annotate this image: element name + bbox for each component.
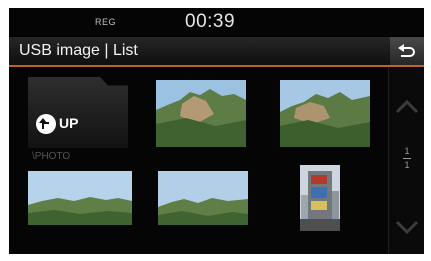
landscape-image [158, 171, 248, 225]
page-indicator: 1 1 [399, 146, 415, 171]
city-building-image [300, 165, 340, 231]
clock: 00:39 [185, 11, 236, 32]
back-button[interactable] [390, 37, 424, 65]
landscape-image [156, 80, 246, 147]
page-divider [403, 158, 411, 159]
image-thumbnail-3[interactable] [28, 171, 132, 225]
up-label: UP [59, 115, 79, 131]
image-thumbnail-4[interactable] [158, 171, 248, 225]
landscape-image [28, 171, 132, 225]
image-grid: UP \PHOTO [9, 67, 388, 254]
scroll-up-button[interactable] [395, 97, 419, 117]
status-bar: REG 00:39 [9, 8, 424, 36]
folder-path: \PHOTO [32, 151, 71, 162]
scroll-down-button[interactable] [395, 217, 419, 237]
image-thumbnail-1[interactable] [156, 80, 246, 147]
reg-label: REG [95, 17, 117, 27]
current-page: 1 [404, 146, 410, 156]
image-thumbnail-5[interactable] [300, 165, 340, 231]
title-bar: USB image | List [9, 37, 424, 67]
back-arrow-icon [398, 44, 415, 57]
landscape-image [280, 80, 370, 147]
total-pages: 1 [404, 160, 410, 170]
page-title: USB image | List [19, 42, 138, 59]
up-folder-button[interactable]: UP [28, 77, 128, 148]
head-unit-screen: REG 00:39 USB image | List UP \PHOTO 1 1 [9, 8, 424, 254]
up-arrow-icon [36, 114, 56, 134]
image-thumbnail-2[interactable] [280, 80, 370, 147]
page-scroller: 1 1 [388, 67, 424, 254]
